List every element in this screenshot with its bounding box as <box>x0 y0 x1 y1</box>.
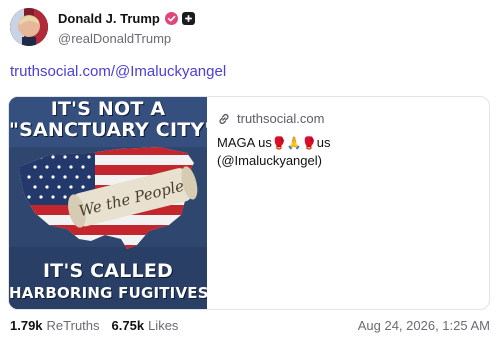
card-title-text: us <box>316 135 331 150</box>
image-headline-line1: IT'S NOT A <box>50 98 166 120</box>
image-headline-line4: HARBORING FUGITIVES <box>9 284 207 302</box>
retruths-count[interactable]: 1.79k <box>10 318 43 333</box>
link-icon <box>217 112 231 126</box>
card-domain: truthsocial.com <box>237 111 325 126</box>
image-headline-line3: IT'S CALLED <box>43 260 173 282</box>
author-handle[interactable]: @realDonaldTrump <box>58 31 195 46</box>
card-title-handle: (@Imaluckyangel) <box>217 153 322 168</box>
post-stats: 1.79k ReTruths 6.75k Likes Aug 24, 2026,… <box>10 318 490 333</box>
boxing-glove-emoji: 🥊 <box>271 136 287 150</box>
plus-badge-icon <box>181 12 195 25</box>
likes-label[interactable]: Likes <box>148 318 178 333</box>
image-headline-line2: "SANCTUARY CITY" <box>9 119 207 141</box>
card-title-text: MAGA us <box>217 135 272 150</box>
link-preview-card[interactable]: We the People IT'S NOT A "SANCTUARY CITY… <box>8 96 490 310</box>
author-display-name[interactable]: Donald J. Trump <box>58 11 160 26</box>
likes-count[interactable]: 6.75k <box>112 318 145 333</box>
praying-hands-emoji: 🙏 <box>286 136 302 150</box>
card-image[interactable]: We the People IT'S NOT A "SANCTUARY CITY… <box>9 97 207 309</box>
author-avatar[interactable] <box>10 8 48 46</box>
card-title[interactable]: MAGA us🥊🙏🥊us (@Imaluckyangel) <box>217 134 377 170</box>
post-link[interactable]: truthsocial.com/@Imaluckyangel <box>10 63 226 80</box>
verified-badge-icon <box>164 12 178 25</box>
retruths-label[interactable]: ReTruths <box>47 318 100 333</box>
post-header: Donald J. Trump @realDonaldTrump <box>10 8 195 46</box>
card-body: truthsocial.com MAGA us🥊🙏🥊us (@Imaluckya… <box>217 111 481 170</box>
post-timestamp[interactable]: Aug 24, 2026, 1:25 AM <box>358 318 490 333</box>
boxing-glove-emoji: 🥊 <box>301 136 317 150</box>
